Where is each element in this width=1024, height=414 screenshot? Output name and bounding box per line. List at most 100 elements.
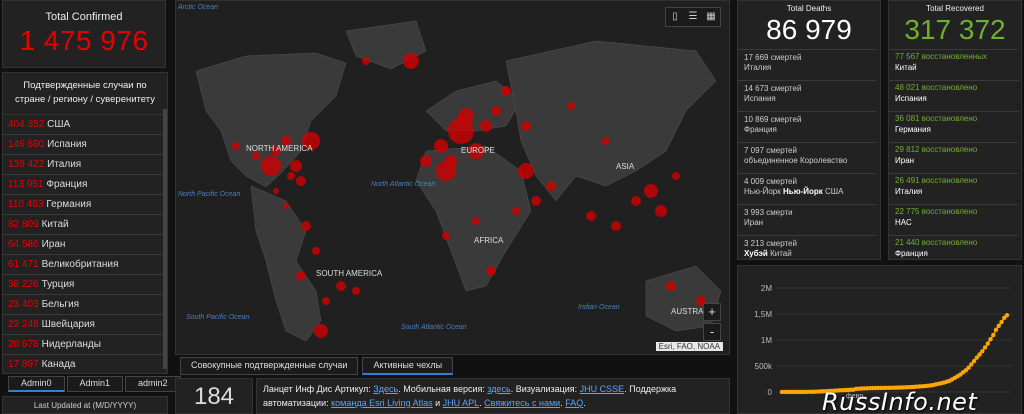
- link-mobile[interactable]: здесь: [487, 384, 510, 394]
- confirmed-by-country-header: Подтвержденные случаи по стране / регион…: [3, 73, 167, 115]
- country-name: Китай: [41, 218, 69, 230]
- country-name: США: [47, 118, 71, 130]
- map-tabs: Совокупные подтвержденные случаи Активны…: [180, 357, 454, 375]
- chart-ytick-label: 0: [768, 388, 773, 397]
- recovered-list[interactable]: 77 567 восстановленных Китай 48 021 восста…: [889, 49, 1019, 266]
- chart-point: [999, 319, 1004, 325]
- tab-admin2[interactable]: admin2: [125, 376, 181, 392]
- chart-ytick-label: 2M: [761, 284, 772, 293]
- world-map[interactable]: Arctic Ocean NORTH AMERICA North Pacific…: [175, 0, 730, 355]
- chart-point: [971, 358, 977, 364]
- recovered-row: 26 491 восстановлено Италия: [889, 173, 1019, 204]
- country-name: Иран: [41, 238, 66, 250]
- chart-ytick-label: 1M: [761, 336, 772, 345]
- link-contact[interactable]: Свяжитесь с нами: [484, 398, 560, 408]
- total-recovered-value: 317 372: [904, 14, 1006, 45]
- chart-point: [982, 345, 988, 350]
- country-value: 20 678: [8, 338, 39, 350]
- deaths-row: 17 669 смертей Италия: [738, 49, 876, 80]
- country-row[interactable]: 20 678 Нидерланды: [3, 335, 167, 355]
- admin-tabs: Admin0 Admin1 admin2: [8, 376, 181, 392]
- label-indian: Indian Ocean: [578, 304, 620, 311]
- label-north-pacific: North Pacific Ocean: [178, 191, 240, 198]
- last-updated: Last Updated at (M/D/YYYY): [2, 396, 168, 414]
- recovered-row: 29 812 восстановлено Иран: [889, 142, 1019, 173]
- country-row[interactable]: 23 248 Швейцария: [3, 315, 167, 335]
- link-jhu-csse[interactable]: JHU CSSE: [580, 384, 625, 394]
- info-text: . Визуализация:: [510, 384, 580, 394]
- bookmark-icon[interactable]: ▯: [666, 8, 684, 26]
- tab-cumulative-confirmed[interactable]: Совокупные подтвержденные случаи: [180, 357, 359, 375]
- zoom-out-button[interactable]: -: [703, 323, 721, 341]
- label-arctic: Arctic Ocean: [177, 4, 218, 11]
- country-row[interactable]: 146 690 Испания: [3, 135, 167, 155]
- country-row[interactable]: 38 226 Турция: [3, 275, 167, 295]
- country-value: 113 951: [8, 178, 44, 190]
- country-value: 23 403: [8, 298, 39, 310]
- total-recovered-panel: Total Recovered 317 372 77 567 восстанов…: [888, 0, 1022, 260]
- country-value: 61 471: [8, 258, 39, 270]
- tab-admin0[interactable]: Admin0: [8, 376, 65, 392]
- country-value: 404 352: [8, 118, 45, 130]
- chart-point: [991, 332, 996, 338]
- country-name: Нидерланды: [41, 338, 101, 350]
- label-north-atlantic: North Atlantic Ocean: [371, 181, 435, 188]
- country-value: 23 248: [8, 318, 39, 330]
- label-south-pacific: South Pacific Ocean: [186, 314, 250, 321]
- country-name: Бельгия: [41, 298, 80, 310]
- map-toolbar: ▯ ☰ ▦: [665, 7, 721, 27]
- country-value: 139 422: [8, 158, 45, 170]
- recovered-row: 22 775 восстановлено НАС: [889, 204, 1019, 235]
- link-esri-team[interactable]: команда Esri Living Atlas: [331, 398, 433, 408]
- recovered-row: 48 021 восстановлено Испания: [889, 80, 1019, 111]
- chart-point: [988, 337, 993, 342]
- label-australia: AUSTRA: [671, 307, 704, 316]
- world-map-canvas[interactable]: Arctic Ocean NORTH AMERICA North Pacific…: [176, 1, 730, 355]
- total-recovered-label: Total Recovered: [926, 4, 984, 13]
- tab-admin1[interactable]: Admin1: [66, 376, 124, 392]
- country-row[interactable]: 61 471 Великобритания: [3, 255, 167, 275]
- info-text: .: [583, 397, 586, 408]
- country-list[interactable]: 404 352 США 146 690 Испания 139 422 Италия 113…: [3, 115, 167, 374]
- total-deaths-panel: Total Deaths 86 979 17 669 смертей Италия…: [737, 0, 881, 260]
- label-south-america: SOUTH AMERICA: [316, 269, 383, 278]
- label-europe: EUROPE: [461, 146, 495, 155]
- confirmed-by-country-panel: Подтвержденные случаи по стране / регион…: [2, 72, 168, 374]
- deaths-row: 4 009 смертей Нью-Йорк Нью-Йорк США: [738, 173, 876, 204]
- country-value: 17 897: [8, 358, 39, 370]
- country-name: Турция: [41, 278, 75, 290]
- total-deaths-label: Total Deaths: [786, 4, 832, 13]
- country-row[interactable]: 113 951 Франция: [3, 175, 167, 195]
- chart-point: [993, 327, 999, 332]
- country-name: Швейцария: [41, 318, 95, 330]
- country-row[interactable]: 139 422 Италия: [3, 155, 167, 175]
- link-faq[interactable]: FAQ: [565, 398, 583, 408]
- country-row[interactable]: 64 586 Иран: [3, 235, 167, 255]
- list-icon[interactable]: ☰: [684, 8, 702, 26]
- deaths-row: 10 869 смертей Франция: [738, 111, 876, 142]
- country-row[interactable]: 23 403 Бельгия: [3, 295, 167, 315]
- chart-point: [1004, 313, 1010, 318]
- link-article[interactable]: Здесь: [373, 384, 398, 394]
- country-row[interactable]: 110 483 Германия: [3, 195, 167, 215]
- country-value: 146 690: [8, 138, 45, 150]
- total-confirmed-panel: Total Confirmed 1 475 976: [2, 0, 166, 68]
- country-list-scrollbar[interactable]: [163, 109, 167, 369]
- deaths-list[interactable]: 17 669 смертей Италия 14 673 смертей Испан…: [738, 49, 876, 266]
- link-jhu-apl[interactable]: JHU APL: [443, 398, 480, 408]
- country-name: Великобритания: [41, 258, 119, 270]
- country-row[interactable]: 82 809 Китай: [3, 215, 167, 235]
- tab-active-cases[interactable]: Активные чехлы: [362, 357, 454, 375]
- country-row[interactable]: 17 897 Канада: [3, 355, 167, 374]
- country-row[interactable]: 404 352 США: [3, 115, 167, 135]
- label-asia: ASIA: [616, 162, 635, 171]
- info-text: и: [432, 397, 443, 408]
- total-confirmed-label: Total Confirmed: [45, 11, 123, 23]
- label-africa: AFRICA: [474, 236, 504, 245]
- zoom-in-button[interactable]: +: [703, 303, 721, 321]
- grid-icon[interactable]: ▦: [702, 8, 720, 26]
- deaths-row: 14 673 смертей Испания: [738, 80, 876, 111]
- country-name: Германия: [46, 198, 92, 210]
- deaths-row: 3 993 смерти Иран: [738, 204, 876, 235]
- country-value: 110 483: [8, 198, 44, 210]
